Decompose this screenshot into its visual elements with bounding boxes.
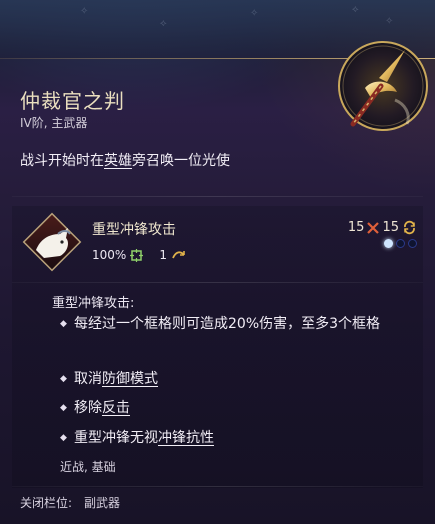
item-title: 仲裁官之判 — [20, 89, 125, 113]
keyword-link-hero[interactable]: 英雄 — [104, 153, 132, 169]
keyword-link-defense-mode[interactable]: 防御模式 — [102, 371, 158, 387]
slot-row: 关闭栏位: 副武器 — [20, 494, 120, 511]
action-stats: 100% 1 — [92, 248, 186, 262]
crossed-blades-icon — [367, 221, 380, 234]
description-suffix: 旁召唤一位光使 — [132, 153, 230, 169]
section-divider — [12, 196, 423, 197]
keyword-link-counterattack[interactable]: 反击 — [102, 400, 130, 416]
diamond-bullet-icon: ◆ — [60, 433, 67, 443]
charge-pip-empty — [408, 239, 417, 248]
slot-label: 关闭栏位: — [20, 496, 73, 510]
focus-cost: 15 15 — [348, 220, 417, 235]
golden-spear-emblem-icon — [338, 41, 428, 131]
diamond-bullet-icon: ◆ — [60, 403, 67, 413]
effect-text: 每经过一个框格则可造成20%伤害，至多3个框格 — [74, 316, 381, 332]
slot-value: 副武器 — [84, 496, 121, 510]
target-crosshair-icon — [130, 248, 144, 262]
ap-cost: 1 — [159, 248, 167, 262]
rune-mark-icon: ⟡ — [160, 18, 167, 29]
effect-text: 移除 — [74, 400, 102, 416]
charge-pip-empty — [396, 239, 405, 248]
effect-text: 重型冲锋无视 — [74, 430, 158, 446]
action-tags: 近战, 基础 — [60, 460, 116, 474]
effect-text: 取消 — [74, 371, 102, 387]
focus-cost-a: 15 — [347, 220, 365, 235]
keyword-link-charge-resistance[interactable]: 冲锋抗性 — [158, 430, 214, 446]
effect-bullet: ◆ 取消防御模式 — [60, 367, 400, 391]
section-divider — [12, 282, 423, 283]
diamond-bullet-icon: ◆ — [60, 374, 67, 384]
description-prefix: 战斗开始时在 — [20, 153, 104, 169]
effects-header: 重型冲锋攻击: — [52, 296, 135, 311]
cycle-arrows-icon — [404, 220, 415, 235]
charge-pip-filled — [384, 239, 393, 248]
arrow-hook-icon — [172, 251, 185, 259]
rune-mark-icon: ✧ — [250, 8, 259, 19]
section-divider — [12, 486, 423, 487]
focus-cost-b: 15 — [382, 220, 399, 235]
rune-mark-icon: ✧ — [385, 16, 394, 27]
rune-mark-icon: ⟡ — [352, 4, 359, 15]
charge-pips — [381, 239, 417, 248]
effect-bullet: ◆ 移除反击 — [60, 396, 400, 420]
diamond-bullet-icon: ◆ — [60, 319, 67, 329]
item-tooltip: ✧ ⟡ ✧ ⟡ ✧ 仲裁官之判 IV阶, 主武器 战斗开始时在英雄旁召唤一位光使… — [0, 0, 435, 524]
effect-bullet: ◆ 每经过一个框格则可造成20%伤害，至多3个框格 — [60, 312, 400, 336]
item-description: 战斗开始时在英雄旁召唤一位光使 — [20, 150, 230, 170]
rune-mark-icon: ✧ — [80, 6, 89, 17]
hit-chance: 100% — [92, 248, 127, 262]
charging-ram-icon[interactable] — [22, 212, 82, 272]
effect-bullet: ◆ 重型冲锋无视冲锋抗性 — [60, 426, 400, 450]
item-type: IV阶, 主武器 — [20, 116, 88, 130]
action-name: 重型冲锋攻击 — [92, 222, 176, 238]
